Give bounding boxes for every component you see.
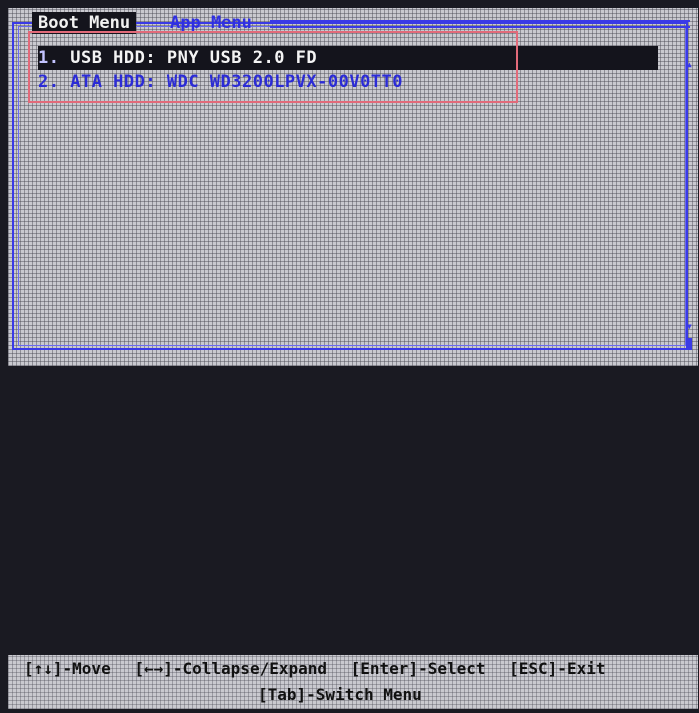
help-exit: [ESC]-Exit	[509, 659, 606, 678]
annotation-highlight-box	[28, 31, 518, 103]
help-line-1: [↑↓]-Move [←→]-Collapse/Expand [Enter]-S…	[24, 659, 605, 679]
tab-divider	[270, 20, 690, 28]
scroll-down-icon[interactable]: ▾	[686, 320, 693, 332]
help-line-2: [Tab]-Switch Menu	[258, 685, 422, 705]
help-bar: [↑↓]-Move [←→]-Collapse/Expand [Enter]-S…	[8, 655, 698, 709]
scroll-up-icon[interactable]: ▴	[686, 58, 693, 70]
scrollbar-thumb[interactable]	[688, 338, 692, 350]
bios-screen: Boot Menu App Menu 1. USB HDD: PNY USB 2…	[0, 0, 699, 713]
help-switch-menu: [Tab]-Switch Menu	[258, 685, 422, 704]
help-collapse-expand: [←→]-Collapse/Expand	[134, 659, 327, 678]
help-select: [Enter]-Select	[350, 659, 486, 678]
help-move: [↑↓]-Move	[24, 659, 111, 678]
